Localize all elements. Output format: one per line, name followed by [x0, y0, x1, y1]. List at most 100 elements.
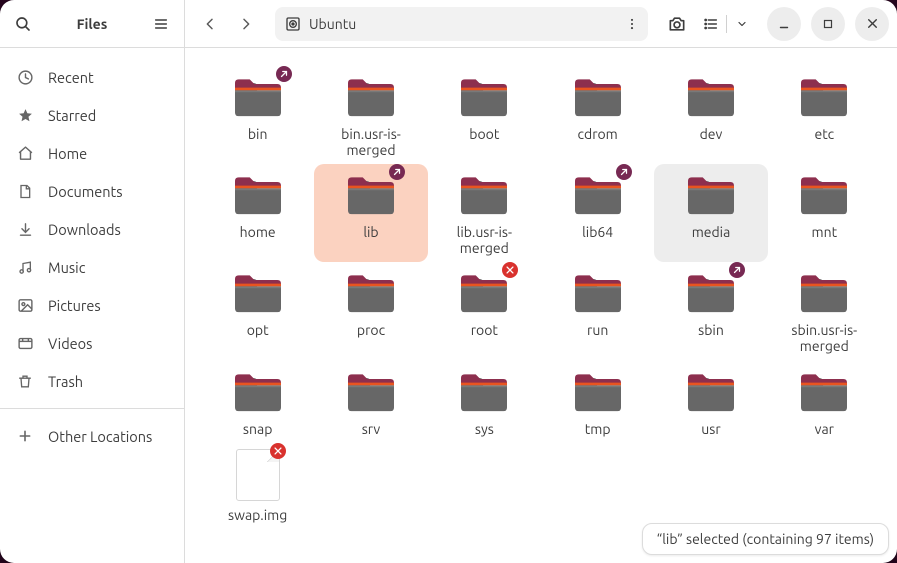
- folder-cdrom[interactable]: cdrom: [541, 66, 654, 164]
- item-label: sys: [475, 421, 494, 437]
- folder-sbin[interactable]: sbin: [654, 262, 767, 360]
- view-options-button[interactable]: [727, 7, 757, 41]
- folder-usr[interactable]: usr: [654, 361, 767, 443]
- clock-icon: [16, 69, 34, 86]
- document-icon: [16, 183, 34, 200]
- sidebar-item-pictures[interactable]: Pictures: [0, 286, 184, 324]
- sidebar-item-starred[interactable]: Starred: [0, 96, 184, 134]
- folder-boot[interactable]: boot: [428, 66, 541, 164]
- folder-home[interactable]: home: [201, 164, 314, 262]
- video-icon: [16, 335, 34, 352]
- toolbar-right: [660, 7, 889, 41]
- music-icon: [16, 259, 34, 276]
- no-access-badge-icon: [270, 443, 286, 459]
- folder-lib[interactable]: lib: [314, 164, 427, 262]
- pathbar[interactable]: Ubuntu: [275, 7, 648, 41]
- sidebar-item-music[interactable]: Music: [0, 248, 184, 286]
- sidebar-item-label: Home: [48, 145, 87, 162]
- folder-icon: [456, 367, 512, 415]
- folder-bin-usr-is-merged[interactable]: bin.usr-is-merged: [314, 66, 427, 164]
- item-label: dev: [700, 126, 723, 142]
- folder-bin[interactable]: bin: [201, 66, 314, 164]
- sidebar-item-label: Recent: [48, 69, 94, 86]
- pathbar-menu-button[interactable]: [616, 8, 648, 40]
- item-label: lib: [363, 224, 378, 240]
- folder-srv[interactable]: srv: [314, 361, 427, 443]
- item-label: proc: [357, 322, 385, 338]
- kebab-icon: [625, 17, 639, 31]
- drive-icon: [285, 16, 301, 32]
- folder-icon: [230, 268, 286, 316]
- item-label: bin.usr-is-merged: [324, 126, 418, 158]
- folder-etc[interactable]: etc: [768, 66, 881, 164]
- folder-root[interactable]: root: [428, 262, 541, 360]
- folder-proc[interactable]: proc: [314, 262, 427, 360]
- item-label: run: [587, 322, 608, 338]
- folder-run[interactable]: run: [541, 262, 654, 360]
- minimize-button[interactable]: [767, 7, 801, 41]
- folder-icon: [570, 72, 626, 120]
- trash-icon: [16, 373, 34, 390]
- maximize-button[interactable]: [811, 7, 845, 41]
- sidebar-item-home[interactable]: Home: [0, 134, 184, 172]
- item-label: lib64: [582, 224, 613, 240]
- item-label: var: [815, 421, 834, 437]
- sidebar-other: Other Locations: [0, 413, 184, 459]
- sidebar-item-documents[interactable]: Documents: [0, 172, 184, 210]
- close-icon: [866, 17, 879, 30]
- window-controls: [767, 7, 889, 41]
- screenshot-button[interactable]: [660, 7, 694, 41]
- search-button[interactable]: [6, 7, 40, 41]
- sidebar-item-trash[interactable]: Trash: [0, 362, 184, 400]
- folder-dev[interactable]: dev: [654, 66, 767, 164]
- camera-icon: [667, 14, 687, 34]
- folder-mnt[interactable]: mnt: [768, 164, 881, 262]
- sidebar-item-label: Downloads: [48, 221, 121, 238]
- sidebar-menu-button[interactable]: [144, 7, 178, 41]
- file-view[interactable]: bin bin.usr-is-merged boot cdrom dev etc home l…: [185, 48, 897, 563]
- folder-icon: [683, 170, 739, 218]
- file-swap-img[interactable]: swap.img: [201, 443, 314, 529]
- pathbar-location[interactable]: Ubuntu: [275, 16, 616, 32]
- item-label: root: [471, 322, 498, 338]
- forward-button[interactable]: [229, 7, 263, 41]
- folder-tmp[interactable]: tmp: [541, 361, 654, 443]
- folder-opt[interactable]: opt: [201, 262, 314, 360]
- folder-media[interactable]: media: [654, 164, 767, 262]
- back-button[interactable]: [193, 7, 227, 41]
- folder-snap[interactable]: snap: [201, 361, 314, 443]
- item-label: snap: [243, 421, 272, 437]
- sidebar: Recent Starred Home Documents Downloads Music…: [0, 48, 185, 563]
- chevron-right-icon: [238, 16, 254, 32]
- sidebar-item-recent[interactable]: Recent: [0, 58, 184, 96]
- maximize-icon: [822, 18, 834, 30]
- icon-grid: bin bin.usr-is-merged boot cdrom dev etc home l…: [185, 48, 897, 563]
- plus-icon: [16, 428, 34, 444]
- folder-sys[interactable]: sys: [428, 361, 541, 443]
- download-icon: [16, 221, 34, 238]
- headerbar: Files Ubuntu: [0, 0, 897, 48]
- item-label: lib.usr-is-merged: [437, 224, 531, 256]
- sidebar-item-videos[interactable]: Videos: [0, 324, 184, 362]
- item-label: bin: [248, 126, 268, 142]
- statusbar: “lib” selected (containing 97 items): [642, 523, 889, 555]
- sidebar-item-other-locations[interactable]: Other Locations: [0, 417, 184, 455]
- headerbar-left: Files: [0, 0, 185, 47]
- folder-lib-usr-is-merged[interactable]: lib.usr-is-merged: [428, 164, 541, 262]
- item-label: boot: [469, 126, 499, 142]
- image-icon: [16, 297, 34, 314]
- sidebar-item-downloads[interactable]: Downloads: [0, 210, 184, 248]
- folder-sbin-usr-is-merged[interactable]: sbin.usr-is-merged: [768, 262, 881, 360]
- symlink-badge-icon: [276, 66, 292, 82]
- folder-var[interactable]: var: [768, 361, 881, 443]
- item-label: media: [692, 224, 731, 240]
- folder-icon: [796, 72, 852, 120]
- no-access-badge-icon: [502, 262, 518, 278]
- list-view-button[interactable]: [696, 7, 726, 41]
- folder-lib64[interactable]: lib64: [541, 164, 654, 262]
- folder-icon: [796, 170, 852, 218]
- item-label: usr: [701, 421, 720, 437]
- close-button[interactable]: [855, 7, 889, 41]
- sidebar-item-label: Trash: [48, 373, 83, 390]
- star-icon: [16, 107, 34, 124]
